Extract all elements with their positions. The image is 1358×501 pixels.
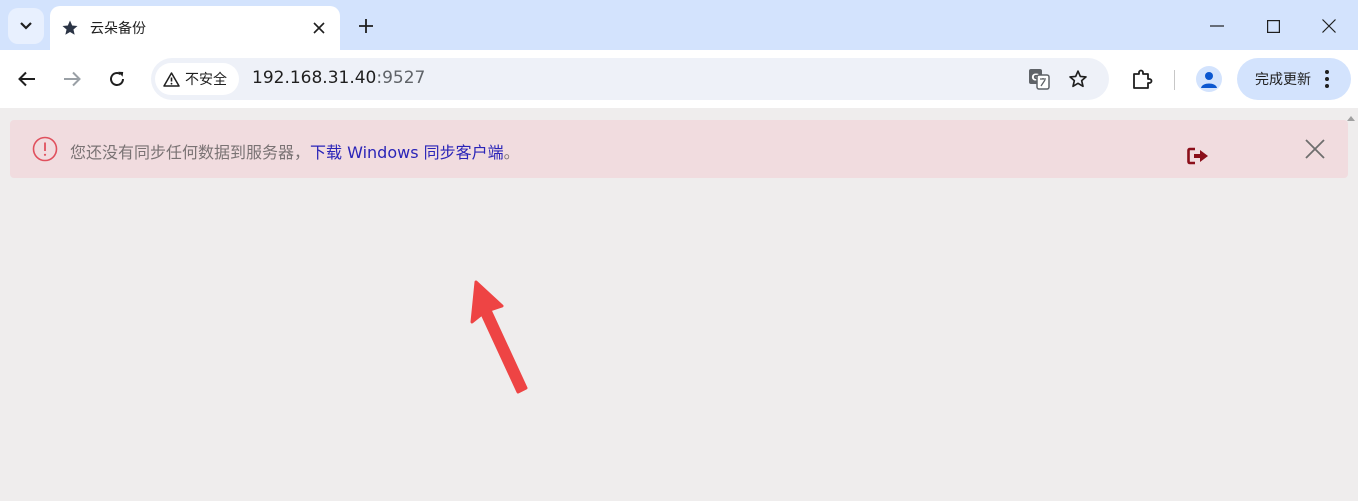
kebab-icon — [1321, 70, 1333, 88]
url-port: :9527 — [376, 68, 426, 88]
alert-close-button[interactable] — [1300, 134, 1330, 164]
update-button[interactable]: 完成更新 — [1237, 58, 1351, 100]
page-content: 您还没有同步任何数据到服务器，下载 Windows 同步客户端。 — [0, 108, 1358, 501]
sign-out-icon[interactable] — [1186, 146, 1210, 166]
url-host: 192.168.31.40 — [252, 68, 377, 88]
profile-button[interactable] — [1196, 66, 1222, 92]
person-icon — [1201, 72, 1217, 88]
extensions-button[interactable] — [1126, 63, 1158, 95]
arrow-left-icon — [18, 71, 35, 87]
window-close-button[interactable] — [1306, 8, 1352, 44]
update-label: 完成更新 — [1255, 72, 1311, 88]
close-icon — [1305, 139, 1325, 159]
tab-search-button[interactable] — [8, 8, 44, 44]
toolbar-separator — [1174, 70, 1175, 90]
browser-toolbar: 不安全 192.168.31.40:9527 G 完成更新 — [0, 50, 1358, 108]
maximize-icon — [1266, 19, 1280, 33]
close-icon — [1322, 19, 1336, 33]
star-icon — [60, 18, 80, 38]
translate-icon: G — [1029, 69, 1050, 90]
reload-icon — [110, 71, 124, 86]
url-text[interactable]: 192.168.31.40:9527 — [252, 68, 425, 88]
alert-message: 您还没有同步任何数据到服务器，下载 Windows 同步客户端。 — [70, 139, 520, 163]
bookmark-button[interactable] — [1065, 66, 1091, 92]
alert-message-suffix: 。 — [503, 143, 520, 162]
translate-button[interactable]: G — [1026, 66, 1052, 92]
minimize-button[interactable] — [1194, 8, 1240, 44]
chevron-down-icon — [20, 22, 32, 30]
tab-title: 云朵备份 — [90, 21, 146, 37]
address-bar[interactable]: 不安全 192.168.31.40:9527 G — [151, 58, 1109, 100]
forward-button[interactable] — [55, 62, 89, 96]
tab-close-button[interactable] — [308, 17, 330, 39]
minimize-icon — [1210, 25, 1224, 27]
close-icon — [313, 22, 325, 34]
maximize-button[interactable] — [1250, 8, 1296, 44]
star-outline-icon — [1069, 70, 1087, 88]
download-client-link[interactable]: 下载 Windows 同步客户端 — [310, 143, 504, 162]
reload-button[interactable] — [100, 62, 134, 96]
new-tab-button[interactable] — [352, 12, 380, 40]
active-tab[interactable]: 云朵备份 — [50, 6, 340, 50]
alert-message-text: 您还没有同步任何数据到服务器， — [70, 143, 311, 162]
warning-triangle-icon — [163, 71, 180, 87]
security-chip[interactable]: 不安全 — [155, 63, 239, 95]
annotation-arrow — [470, 280, 528, 394]
tab-strip: 云朵备份 — [0, 0, 1358, 50]
puzzle-icon — [1133, 69, 1153, 89]
back-button[interactable] — [10, 62, 44, 96]
security-label: 不安全 — [185, 72, 227, 88]
plus-icon — [359, 19, 373, 33]
sync-alert-banner: 您还没有同步任何数据到服务器，下载 Windows 同步客户端。 — [10, 120, 1348, 178]
exclamation-circle-icon — [32, 136, 58, 162]
arrow-right-icon — [64, 71, 81, 87]
scroll-up-arrow-icon[interactable] — [1346, 114, 1356, 122]
